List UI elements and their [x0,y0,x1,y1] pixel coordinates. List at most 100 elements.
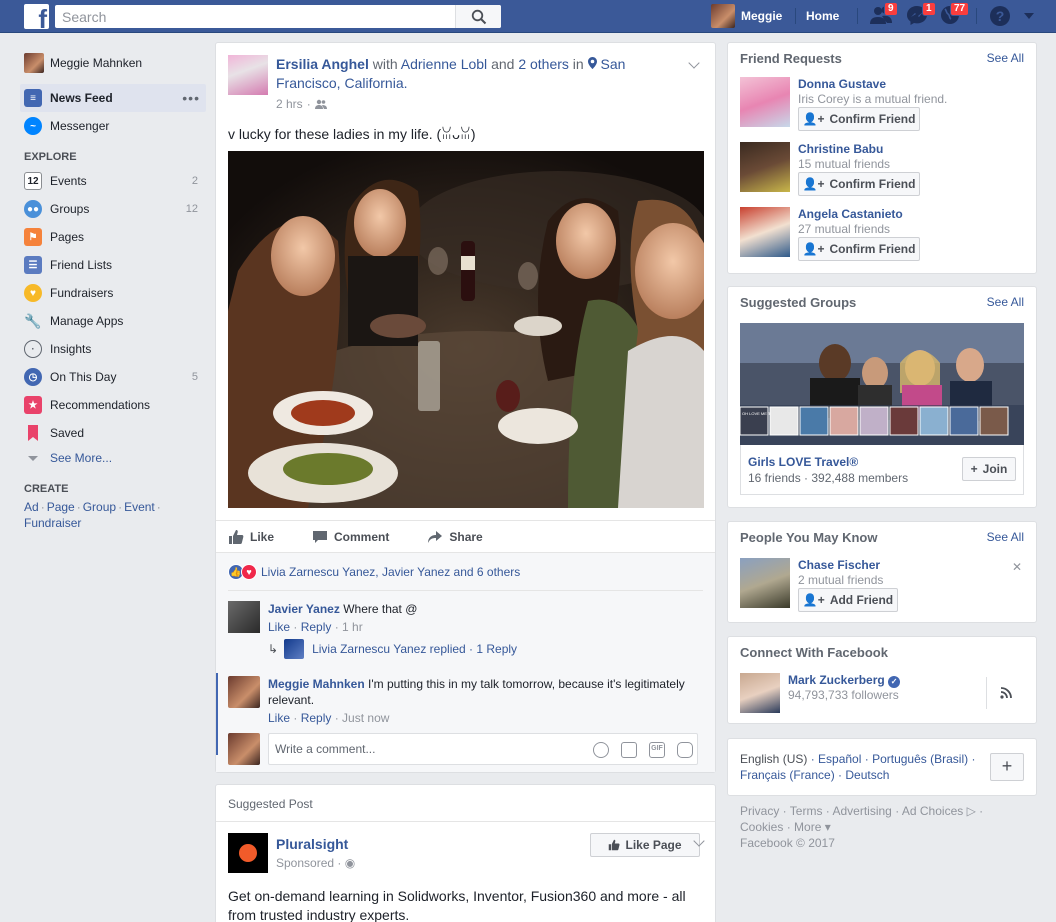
avatar[interactable] [740,207,790,257]
avatar[interactable] [228,601,260,633]
post-author-link[interactable]: Ersilia Anghel [276,56,369,72]
create-group-link[interactable]: Group [83,500,116,514]
comment-time[interactable]: 1 hr [342,620,363,634]
share-label: Share [449,529,483,544]
footer-link[interactable]: Privacy [740,804,779,818]
language-link[interactable]: Español [818,752,861,766]
sticker-icon[interactable] [677,742,693,758]
friend-name-link[interactable]: Christine Babu [798,142,883,156]
create-fundraiser-link[interactable]: Fundraiser [24,516,81,530]
footer-link[interactable]: Terms [790,804,823,818]
search-input[interactable] [55,5,455,28]
sidebar-item-fundraisers[interactable]: ♥ Fundraisers [20,279,206,307]
avatar[interactable] [228,55,268,95]
footer-link[interactable]: More [794,820,821,834]
language-link[interactable]: Português (Brasil) [872,752,968,766]
sidebar-item-friend-lists[interactable]: ☰ Friend Lists [20,251,206,279]
close-icon[interactable]: ✕ [1012,560,1022,574]
see-all-link[interactable]: See All [987,295,1024,309]
sidebar-item-manage-apps[interactable]: 🔧 Manage Apps [20,307,206,335]
footer-link[interactable]: Advertising [832,804,891,818]
language-link[interactable]: Deutsch [845,768,889,782]
page-name-link[interactable]: Pluralsight [276,836,348,852]
comment-button[interactable]: Comment [312,521,389,552]
sidebar-item-pages[interactable]: ⚑ Pages [20,223,206,251]
more-options-icon[interactable]: ••• [182,90,200,106]
comment-reply-link[interactable]: Reply [301,620,332,634]
avatar[interactable] [740,142,790,192]
comment-time[interactable]: Just now [342,711,389,725]
see-all-link[interactable]: See All [987,530,1024,544]
others-link[interactable]: 2 others [518,56,569,72]
sidebar-item-news-feed[interactable]: ≡ News Feed ••• [20,84,206,112]
add-language-button[interactable]: + [990,753,1024,781]
add-friend-button[interactable]: 👤+ Add Friend [798,588,898,612]
sidebar-item-saved[interactable]: Saved [20,419,206,447]
confirm-friend-button[interactable]: 👤+ Confirm Friend [798,172,920,196]
sidebar-item-groups[interactable]: ●● Groups 12 [20,195,206,223]
camera-icon[interactable] [621,742,637,758]
avatar[interactable] [740,673,780,713]
share-button[interactable]: Share [427,521,483,552]
post-time[interactable]: 2 hrs [276,97,303,111]
create-page-link[interactable]: Page [47,500,75,514]
page-name-link[interactable]: Mark Zuckerberg ✓ [788,673,901,688]
person-name-link[interactable]: Chase Fischer [798,558,880,572]
like-page-button[interactable]: Like Page [590,833,700,857]
messages-button[interactable]: 1 [906,2,936,27]
footer-link[interactable]: Ad Choices [902,804,963,818]
comment-like-link[interactable]: Like [268,711,290,725]
gif-icon[interactable]: GIF [649,742,665,758]
account-menu-caret-icon[interactable] [1024,13,1034,19]
emoji-icon[interactable] [593,742,609,758]
comment-like-link[interactable]: Like [268,620,290,634]
like-button[interactable]: Like [228,521,274,552]
create-ad-link[interactable]: Ad [24,500,39,514]
home-link[interactable]: Home [806,9,839,23]
mutual-friends-text: 2 mutual friends [798,573,884,587]
sidebar-item-insights[interactable]: · Insights [20,335,206,363]
comment-author-link[interactable]: Javier Yanez [268,602,340,616]
create-event-link[interactable]: Event [124,500,155,514]
facebook-logo-icon[interactable]: f [24,4,49,29]
sidebar-user[interactable]: Meggie Mahnken [20,48,206,78]
footer-link[interactable]: Cookies [740,820,783,834]
reactions-summary[interactable]: 👍 ♥ Livia Zarnescu Yanez, Javier Yanez a… [228,564,520,580]
see-more-link[interactable]: See More... [20,447,206,469]
comment-reply-link[interactable]: Reply [301,711,332,725]
see-all-link[interactable]: See All [987,51,1024,65]
notifications-button[interactable]: 77 [940,2,970,27]
ad-choices-icon: ▷ [966,804,976,818]
sidebar-item-on-this-day[interactable]: ◷ On This Day 5 [20,363,206,391]
avatar[interactable] [740,77,790,127]
group-cover-photo[interactable]: OH LOVE ME TRAVEL [740,323,1024,445]
comment-input[interactable] [275,734,575,764]
follow-rss-icon[interactable] [1000,687,1012,699]
friend-name-link[interactable]: Angela Castanieto [798,207,903,221]
post-photo[interactable] [228,151,704,508]
friend-name-link[interactable]: Donna Gustave [798,77,886,91]
language-link[interactable]: Français (France) [740,768,835,782]
confirm-friend-button[interactable]: 👤+ Confirm Friend [798,107,920,131]
group-name-link[interactable]: Girls LOVE Travel® [748,455,858,469]
search-button[interactable] [455,5,501,28]
sidebar-item-messenger[interactable]: ~ Messenger [20,112,206,140]
audience-friends-icon[interactable] [314,99,327,109]
pluralsight-logo-icon[interactable] [228,833,268,873]
confirm-friend-button[interactable]: 👤+ Confirm Friend [798,237,920,261]
profile-link[interactable]: Meggie [711,4,782,28]
sidebar-item-events[interactable]: 12 Events 2 [20,167,206,195]
calendar-icon: 12 [24,172,42,190]
post-options-chevron-icon[interactable] [688,57,700,69]
sidebar-item-recommendations[interactable]: ★ Recommendations [20,391,206,419]
tagged-person-link[interactable]: Adrienne Lobl [401,56,487,72]
join-group-button[interactable]: + Join [962,457,1016,481]
friend-requests-button[interactable]: 9 [870,2,898,27]
avatar[interactable] [228,676,260,708]
connect-name: Mark Zuckerberg [788,673,885,687]
avatar[interactable] [740,558,790,608]
comment-author-link[interactable]: Meggie Mahnken [268,677,365,691]
avatar [284,639,305,659]
help-icon[interactable]: ? [990,6,1010,26]
replies-link[interactable]: ↳ Livia Zarnescu Yanez replied · 1 Reply [268,639,517,659]
